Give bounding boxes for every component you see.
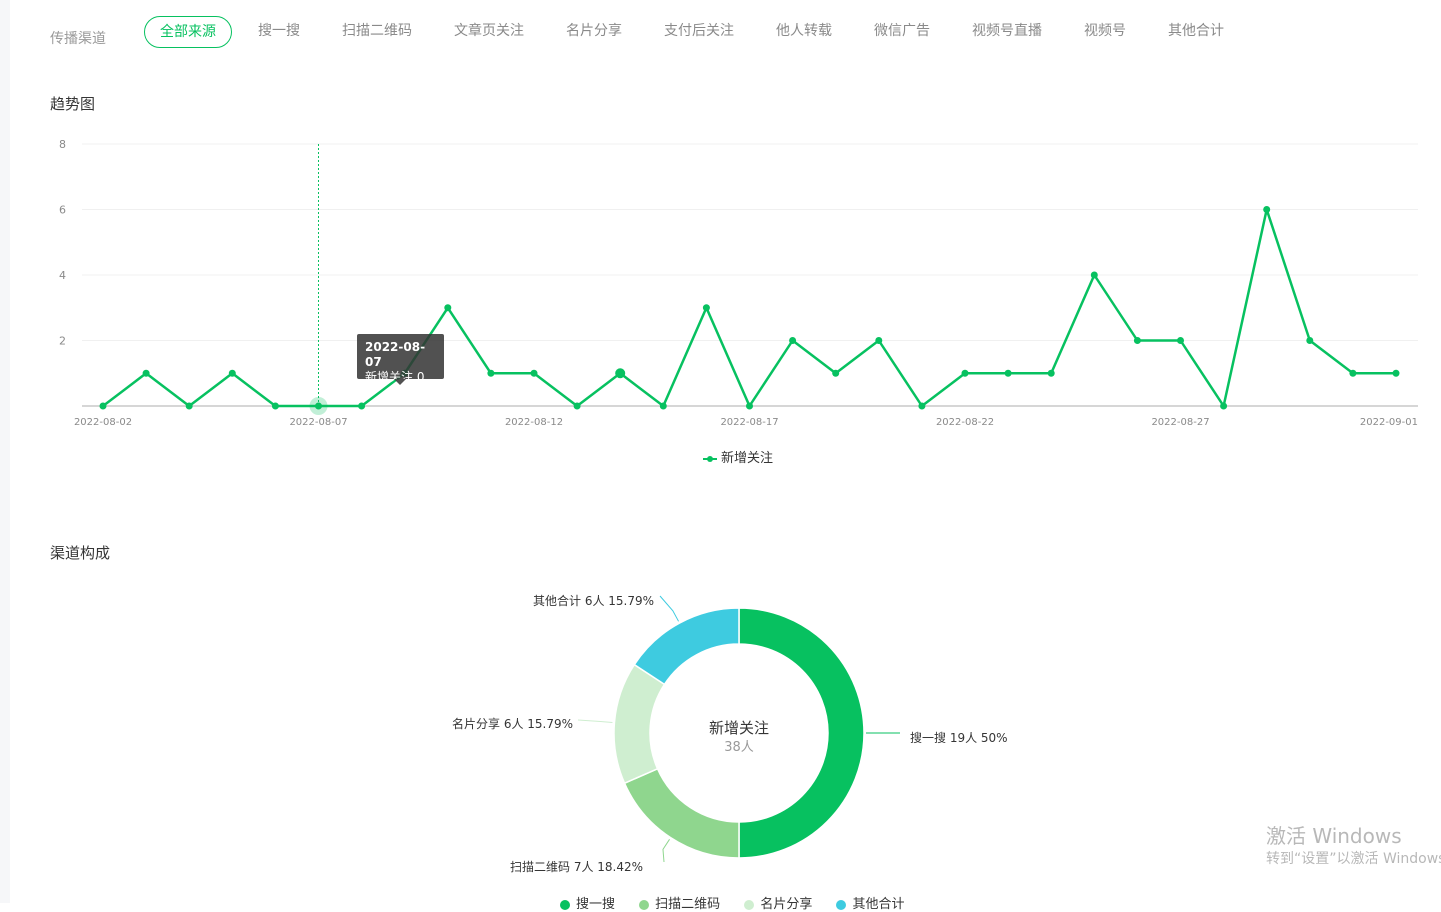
x-tick-label: 2022-08-02 (74, 417, 132, 428)
legend-dot (560, 899, 570, 910)
tab-repost[interactable]: 他人转载 (776, 16, 832, 46)
x-tick-label: 2022-08-22 (936, 417, 994, 428)
x-tick-label: 2022-08-27 (1151, 417, 1209, 428)
data-point (832, 369, 840, 377)
data-point (1177, 337, 1184, 344)
tab-channels[interactable]: 视频号 (1084, 16, 1126, 46)
legend-dot (744, 899, 755, 910)
watermark-title: 激活 Windows (1266, 824, 1402, 848)
data-point (702, 304, 710, 312)
donut-slice-scan-qrcode (623, 767, 740, 859)
watermark-subtitle: 转到“设置”以激活 Windows (1266, 851, 1441, 867)
data-point (530, 369, 538, 377)
donut-center: 新增关注 38人 (664, 718, 814, 758)
label-leader-line (577, 719, 613, 724)
legend-line-marker (703, 453, 717, 465)
y-tick-label: 2 (59, 335, 66, 348)
label-leader-line (659, 595, 679, 622)
x-tick-label: 2022-08-12 (505, 417, 563, 428)
pie-label-others: 其他合计 6人 15.79% (533, 594, 655, 608)
composition-title: 渠道构成 (50, 544, 111, 562)
trend-legend-item[interactable]: 新增关注 (703, 447, 773, 466)
data-point (1349, 369, 1357, 377)
data-point (444, 304, 452, 312)
tab-after-payment[interactable]: 支付后关注 (664, 16, 734, 46)
tab-all-sources[interactable]: 全部来源 (144, 16, 232, 48)
data-point (875, 337, 883, 344)
data-point (789, 337, 797, 344)
legend-label: 搜一搜 (576, 897, 616, 912)
legend-dot (639, 899, 650, 910)
data-point (1392, 369, 1400, 377)
legend-label: 名片分享 (760, 897, 813, 912)
data-point (1306, 337, 1314, 344)
legend-dot (836, 899, 847, 910)
windows-activation-watermark: 激活 Windows 转到“设置”以激活 Windows (1266, 823, 1441, 869)
donut-slice-card-share (613, 663, 666, 785)
y-tick-label: 6 (59, 204, 66, 217)
data-point (615, 368, 626, 379)
data-point (1263, 206, 1271, 213)
label-leader-line (662, 839, 670, 863)
pie-label-scan-qrcode: 扫描二维码 7人 18.42% (510, 860, 644, 874)
data-point (271, 402, 279, 410)
tooltip-date: 2022-08-07 (365, 340, 426, 369)
x-tick-label: 2022-09-01 (1360, 417, 1418, 428)
tab-wechat-ads[interactable]: 微信广告 (874, 16, 930, 46)
legend-label: 其他合计 (852, 897, 905, 912)
chart-tooltip: 2022-08-07 新增关注 0 (357, 334, 444, 385)
data-point (142, 369, 150, 377)
pie-label-card-share: 名片分享 6人 15.79% (452, 717, 574, 731)
trend-legend-label: 新增关注 (721, 451, 774, 466)
data-point (573, 402, 581, 410)
data-point (1090, 271, 1098, 279)
tab-article-follow[interactable]: 文章页关注 (454, 16, 524, 46)
data-point (918, 402, 926, 410)
y-tick-label: 4 (59, 269, 66, 282)
tab-channels-live[interactable]: 视频号直播 (972, 16, 1042, 46)
data-point (961, 369, 969, 377)
channel-filter-label: 传播渠道 (50, 31, 106, 47)
data-point (1220, 402, 1228, 410)
data-point (746, 402, 753, 410)
data-point (185, 402, 193, 410)
data-point (99, 402, 107, 410)
data-point (487, 369, 495, 377)
donut-slice-others (633, 607, 740, 686)
data-point (1047, 369, 1055, 377)
data-point (315, 402, 322, 410)
data-point (228, 369, 236, 377)
x-tick-label: 2022-08-07 (289, 417, 347, 428)
tooltip-arrow (394, 379, 406, 385)
data-point (358, 402, 366, 410)
trend-line-chart[interactable]: 2 4 6 8 2022-08-02 2022-08-07 2022-08-12 2022-0… (0, 130, 1441, 430)
donut-center-title: 新增关注 (708, 719, 769, 737)
tab-others-total[interactable]: 其他合计 (1168, 16, 1224, 46)
data-point (1004, 369, 1012, 377)
legend-label: 扫描二维码 (655, 897, 721, 912)
pie-label-search: 搜一搜 19人 50% (910, 731, 1008, 745)
y-tick-label: 8 (59, 138, 66, 151)
trend-title: 趋势图 (50, 95, 96, 113)
data-point (1133, 337, 1141, 344)
tab-scan-qrcode[interactable]: 扫描二维码 (342, 16, 412, 46)
tab-card-share[interactable]: 名片分享 (566, 16, 622, 46)
data-point (659, 402, 667, 410)
tab-search[interactable]: 搜一搜 (258, 16, 300, 46)
donut-center-value: 38人 (724, 740, 754, 755)
x-tick-label: 2022-08-17 (720, 417, 778, 428)
series-line (102, 208, 1396, 408)
